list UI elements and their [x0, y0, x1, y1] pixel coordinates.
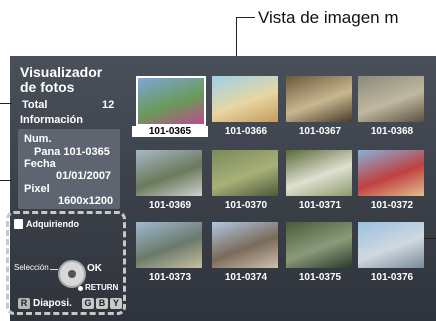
thumbnail-item[interactable]: 101-0373 — [132, 222, 208, 290]
thumbnail-item[interactable]: 101-0372 — [354, 150, 430, 218]
thumbnail-caption: 101-0376 — [370, 272, 414, 283]
thumbnail-caption: 101-0371 — [298, 200, 342, 211]
thumbnail-item[interactable]: 101-0366 — [208, 76, 284, 144]
thumbnail-caption: 101-0370 — [224, 200, 268, 211]
thumbnail-item[interactable]: 101-0370 — [208, 150, 284, 218]
thumbnail-item[interactable]: 101-0375 — [282, 222, 358, 290]
thumbnail-image — [358, 76, 424, 122]
thumbnail-caption: 101-0369 — [148, 200, 192, 211]
thumbnail-item[interactable]: 101-0369 — [132, 150, 208, 218]
thumbnail-item[interactable]: 101-0376 — [354, 222, 430, 290]
thumbnail-image — [286, 222, 352, 268]
thumbnail-image — [212, 222, 278, 268]
thumbnail-caption: 101-0366 — [224, 126, 268, 137]
thumbnail-caption: 101-0372 — [370, 200, 414, 211]
thumbnail-caption: 101-0373 — [148, 272, 192, 283]
thumbnail-item[interactable]: 101-0371 — [282, 150, 358, 218]
thumbnail-image — [136, 150, 202, 196]
thumbnail-caption: 101-0365 — [132, 126, 208, 137]
thumbnail-item[interactable]: 101-0365 — [132, 76, 208, 144]
thumbnail-item[interactable]: 101-0368 — [354, 76, 430, 144]
thumbnail-image — [358, 222, 424, 268]
thumbnail-caption: 101-0368 — [370, 126, 414, 137]
thumbnail-caption: 101-0367 — [298, 126, 342, 137]
thumbnail-image — [136, 222, 202, 268]
thumbnail-item[interactable]: 101-0374 — [208, 222, 284, 290]
thumbnail-caption: 101-0374 — [224, 272, 268, 283]
thumbnail-image — [358, 150, 424, 196]
thumbnail-image — [212, 76, 278, 122]
thumbnail-image — [286, 76, 352, 122]
thumbnail-image — [212, 150, 278, 196]
thumbnail-grid: 101-0365 101-0366 101-0367 101-0368 101-0369… — [0, 0, 436, 321]
thumbnail-caption: 101-0375 — [298, 272, 342, 283]
thumbnail-image — [286, 150, 352, 196]
thumbnail-item[interactable]: 101-0367 — [282, 76, 358, 144]
thumbnail-image — [136, 76, 206, 126]
